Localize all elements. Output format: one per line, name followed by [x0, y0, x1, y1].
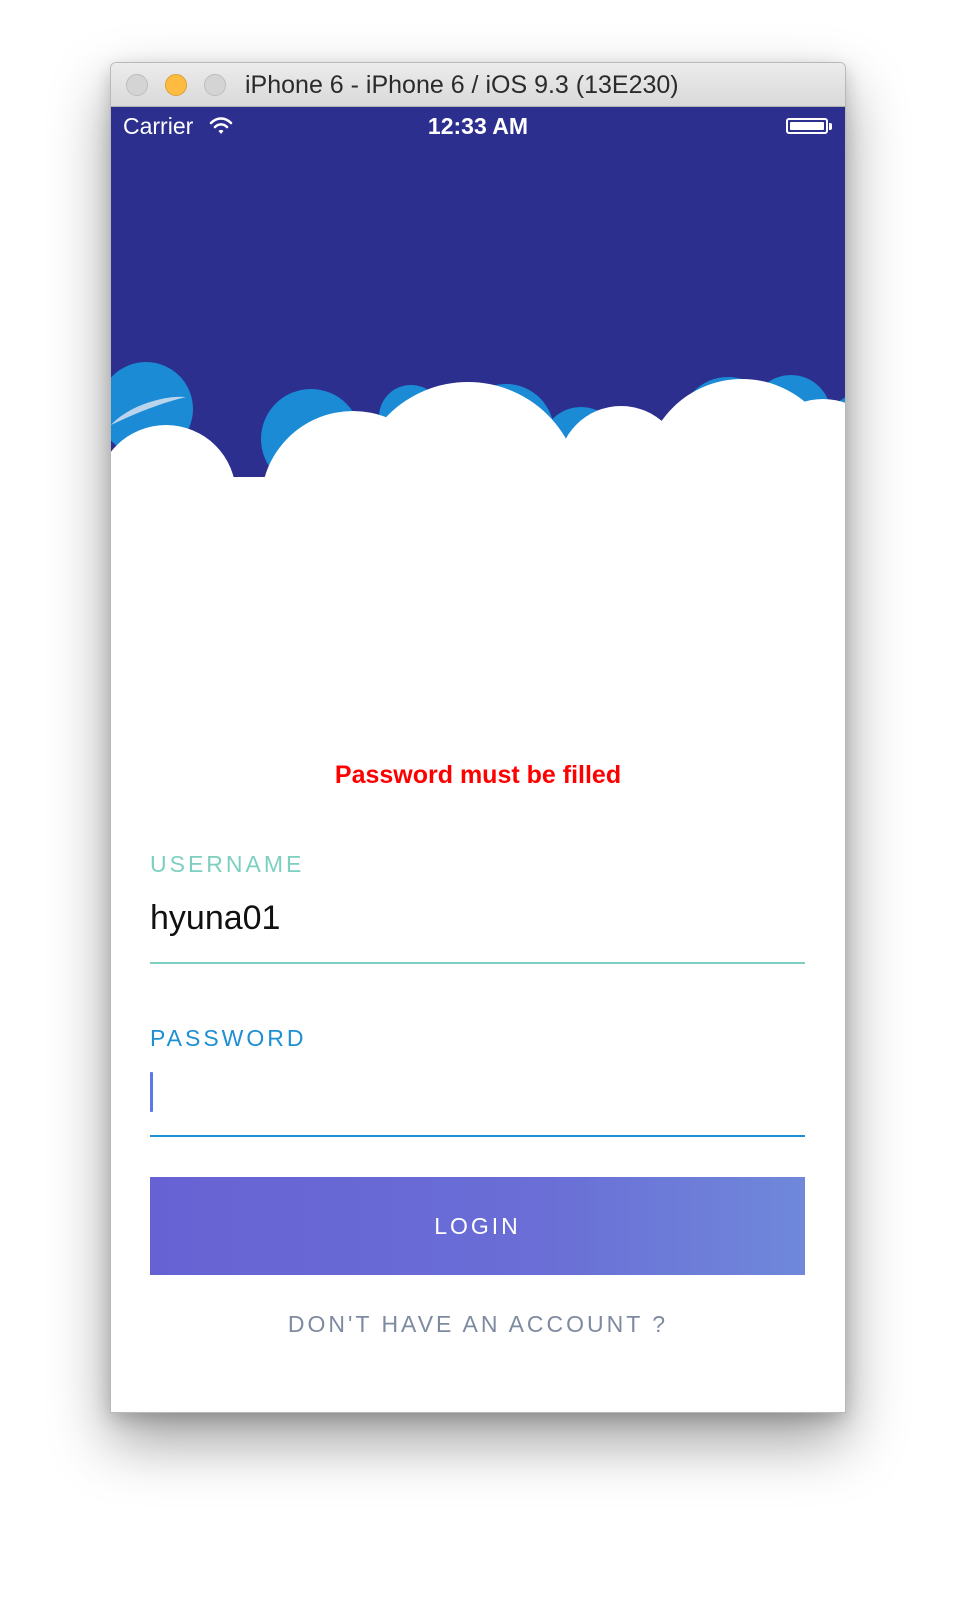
zoom-window-button[interactable]: [204, 74, 226, 96]
username-label: USERNAME: [150, 851, 305, 877]
window-title: iPhone 6 - iPhone 6 / iOS 9.3 (13E230): [245, 71, 679, 99]
validation-error-message: Password must be filled: [334, 761, 622, 789]
signup-link[interactable]: DON'T HAVE AN ACCOUNT ?: [111, 1311, 845, 1338]
minimize-window-button[interactable]: [165, 74, 187, 96]
battery-icon: [786, 118, 828, 134]
battery-level: [790, 122, 824, 130]
username-underline: [150, 962, 805, 964]
simulator-window: iPhone 6 - iPhone 6 / iOS 9.3 (13E230) C…: [110, 62, 846, 1413]
battery-tip: [829, 123, 832, 130]
cloud-header-illustration: [111, 107, 845, 487]
login-button[interactable]: LOGIN: [150, 1177, 805, 1275]
status-bar: Carrier 12:33 AM: [111, 107, 845, 147]
password-underline: [150, 1135, 805, 1137]
password-input[interactable]: [150, 1067, 805, 1127]
status-time: 12:33 AM: [427, 113, 529, 139]
window-titlebar: iPhone 6 - iPhone 6 / iOS 9.3 (13E230): [111, 63, 845, 107]
close-window-button[interactable]: [126, 74, 148, 96]
text-cursor: [150, 1072, 153, 1112]
device-screen: Carrier 12:33 AM Password must be filled…: [111, 107, 845, 1412]
password-label: PASSWORD: [150, 1025, 307, 1051]
username-input[interactable]: hyuna01: [150, 899, 280, 938]
